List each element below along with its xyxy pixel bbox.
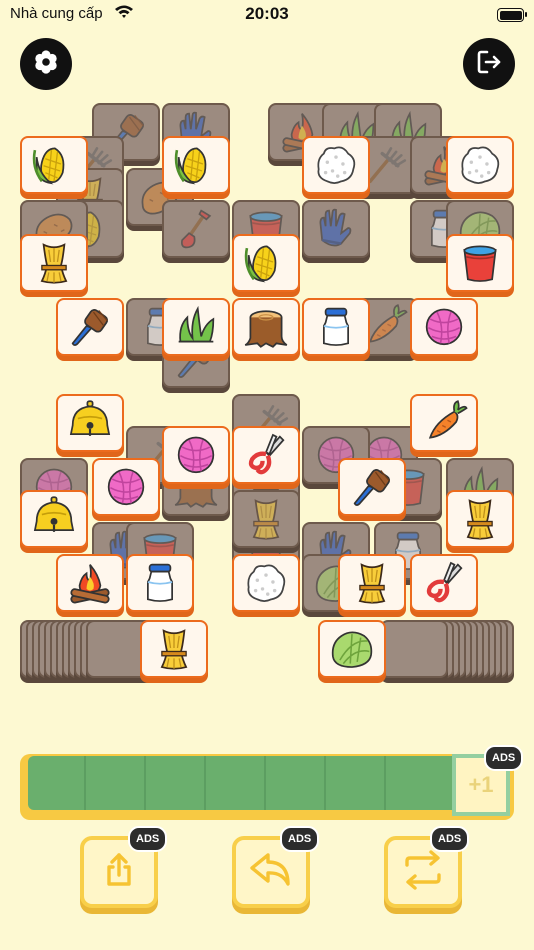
ads-badge: ADS (280, 826, 320, 852)
wheat-tile[interactable] (140, 620, 208, 678)
campfire-icon (58, 556, 122, 608)
sprout-icon (164, 300, 228, 352)
bell-tile[interactable] (20, 490, 88, 548)
bell-tile[interactable] (56, 394, 124, 452)
milk-icon (128, 556, 192, 608)
gloves-icon (304, 202, 368, 254)
tray-slot (208, 756, 266, 810)
corn-icon (22, 138, 86, 190)
shears-tile[interactable] (232, 426, 300, 484)
ads-badge: ADS (484, 745, 524, 771)
wheat-icon (142, 622, 206, 674)
yarn-icon (94, 460, 158, 512)
rice-icon (234, 556, 298, 608)
shuffle-icon (401, 849, 445, 895)
rice-tile[interactable] (232, 554, 300, 612)
corn-tile[interactable] (162, 136, 230, 194)
rice-icon (448, 138, 512, 190)
yarn-icon (412, 300, 476, 352)
wheat-tile (232, 490, 300, 548)
yarn-tile[interactable] (410, 298, 478, 356)
shovel-icon (164, 202, 228, 254)
rice-icon (304, 138, 368, 190)
share-up-icon (99, 850, 139, 895)
gloves-tile (302, 200, 370, 258)
extra-slot-label: +1 (468, 772, 494, 797)
tray-slot (88, 756, 146, 810)
corn-icon (164, 138, 228, 190)
ads-badge: ADS (430, 826, 470, 852)
rice-tile[interactable] (302, 136, 370, 194)
tile-board (0, 0, 534, 700)
corn-tile[interactable] (20, 136, 88, 194)
carrot-tile[interactable] (410, 394, 478, 452)
sprout-tile[interactable] (162, 298, 230, 356)
wheat-icon (234, 492, 298, 544)
bell-icon (58, 396, 122, 448)
brush-icon (340, 460, 404, 512)
tray-slot (268, 756, 326, 810)
wheat-icon (448, 492, 512, 544)
wheat-tile[interactable] (20, 234, 88, 292)
wheat-tile[interactable] (338, 554, 406, 612)
wheat-tile[interactable] (446, 490, 514, 548)
bucket-icon (448, 236, 512, 288)
wheat-icon (22, 236, 86, 288)
stump-icon (234, 300, 298, 352)
yarn-tile[interactable] (92, 458, 160, 516)
milk-icon (304, 300, 368, 352)
yarn-tile[interactable] (162, 426, 230, 484)
shears-tile[interactable] (410, 554, 478, 612)
cabbage-tile[interactable] (318, 620, 386, 678)
cabbage-icon (320, 622, 384, 674)
corn-icon (234, 236, 298, 288)
shears-icon (412, 556, 476, 608)
bucket-tile[interactable] (446, 234, 514, 292)
tray-slot (148, 756, 206, 810)
tray-slot (328, 756, 386, 810)
tile-tray: +1 (20, 754, 514, 820)
tray-slots: +1 (28, 754, 510, 816)
brush-tile[interactable] (338, 458, 406, 516)
brush-icon (58, 300, 122, 352)
ads-badge: ADS (128, 826, 168, 852)
milk-tile[interactable] (126, 554, 194, 612)
shears-icon (234, 428, 298, 480)
brush-tile[interactable] (56, 298, 124, 356)
tray-slot (388, 756, 446, 810)
corn-tile[interactable] (232, 234, 300, 292)
stacked-tile (380, 620, 448, 678)
campfire-tile[interactable] (56, 554, 124, 612)
shovel-tile (162, 200, 230, 258)
undo-icon (248, 850, 294, 895)
rice-tile[interactable] (446, 136, 514, 194)
tray-slot (28, 756, 86, 810)
stump-tile[interactable] (232, 298, 300, 356)
bell-icon (22, 492, 86, 544)
wheat-icon (340, 556, 404, 608)
milk-tile[interactable] (302, 298, 370, 356)
yarn-icon (164, 428, 228, 480)
carrot-icon (412, 396, 476, 448)
